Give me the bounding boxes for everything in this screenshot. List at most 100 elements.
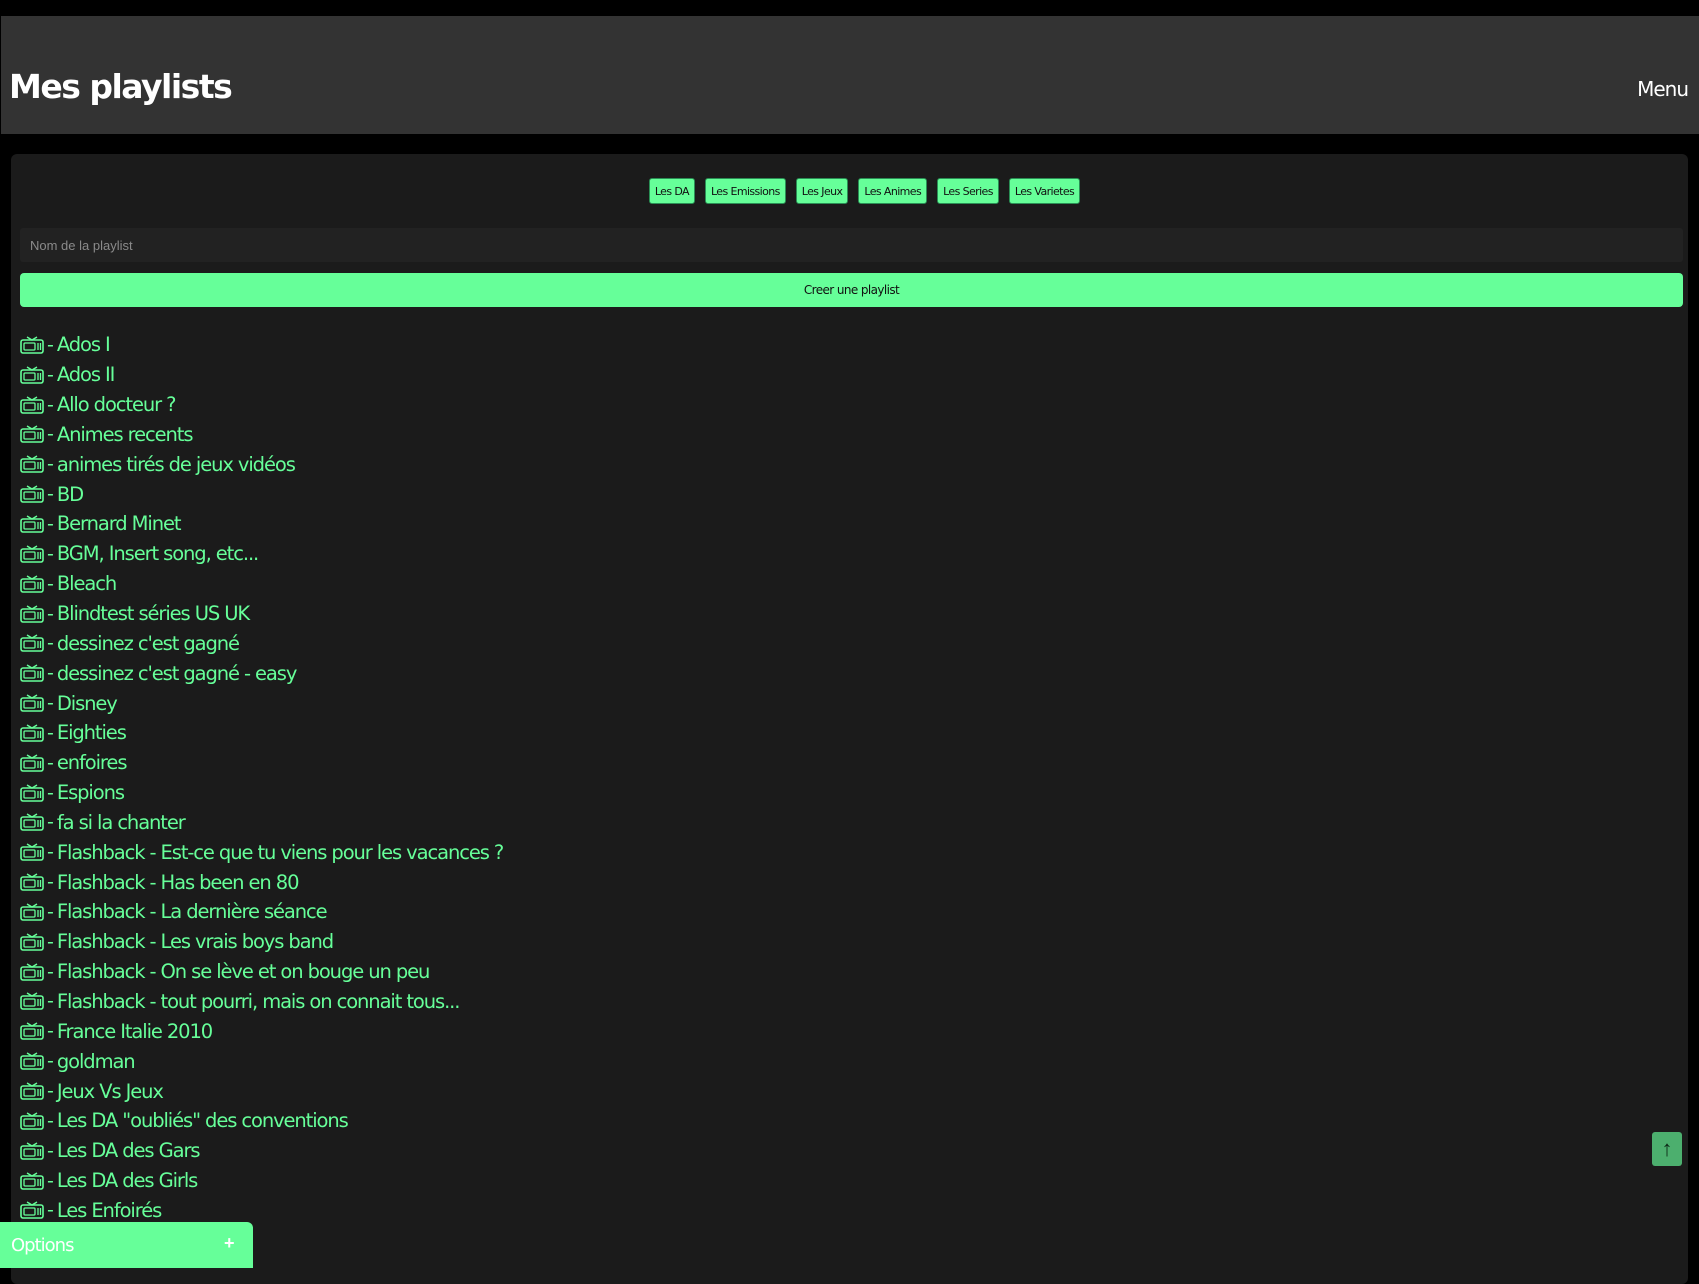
playlist-item: - Flashback - Est-ce que tu viens pour le… [20, 837, 504, 867]
playlist-separator: - [47, 423, 54, 446]
playlist-separator: - [47, 871, 54, 894]
playlist-item: - Espions [20, 778, 503, 808]
playlist-link[interactable]: France Italie 2010 [57, 1020, 213, 1043]
tv-icon [20, 1171, 44, 1190]
category-button[interactable]: Les Animes [858, 178, 928, 204]
playlist-item: - Jeux Vs Jeux [20, 1076, 503, 1106]
playlist-link[interactable]: Les DA des Girls [57, 1169, 198, 1192]
playlist-link[interactable]: Eighties [57, 721, 127, 744]
playlist-item: - Animes recents [20, 420, 503, 450]
playlist-link[interactable]: Flashback - Has been en 80 [57, 871, 300, 894]
playlist-link[interactable]: dessinez c'est gagné - easy [57, 662, 298, 685]
playlist-item: - enfoires [20, 748, 503, 778]
playlist-separator: - [47, 1050, 54, 1073]
playlist-link[interactable]: Flashback - Les vrais boys band [57, 930, 334, 953]
playlist-separator: - [47, 512, 54, 535]
playlist-item: - Flashback - Les vrais boys band [20, 927, 503, 957]
tv-icon [20, 783, 44, 802]
playlist-link[interactable]: fa si la chanter [57, 811, 186, 834]
playlist-link[interactable]: Animes recents [57, 423, 194, 446]
tv-icon [20, 396, 44, 414]
playlist-link[interactable]: Bernard Minet [57, 512, 182, 535]
tv-icon [20, 545, 44, 563]
playlist-separator: - [47, 841, 54, 864]
playlist-link[interactable]: enfoires [57, 751, 128, 774]
tv-icon [20, 694, 44, 712]
tv-icon [20, 813, 44, 832]
playlist-separator: - [47, 453, 54, 476]
playlist-separator: - [47, 333, 54, 356]
playlist-separator: - [47, 1080, 54, 1103]
category-button[interactable]: Les DA [648, 178, 695, 204]
create-playlist-button[interactable]: Creer une playlist [20, 273, 1683, 307]
tv-icon [20, 963, 44, 981]
playlist-link[interactable]: Espions [57, 781, 125, 804]
playlist-item: - Flashback - Has been en 80 [20, 867, 503, 897]
playlist-list: - Ados I - Ados II - Allo docteur ? - Animes re… [20, 330, 504, 1255]
playlist-item: - BGM, Insert song, etc... [20, 539, 503, 569]
category-filter-bar: Les DA Les Emissions Les Jeux Les Animes Les… [11, 178, 1688, 204]
tv-icon [20, 634, 44, 653]
playlist-link[interactable]: Flashback - On se lève et on bouge un pe… [57, 960, 431, 983]
playlist-link[interactable]: Les DA "oubliés" des conventions [57, 1109, 349, 1132]
playlist-link[interactable]: Flashback - La dernière séance [57, 900, 328, 923]
tv-icon [20, 873, 44, 891]
top-strip [0, 0, 1699, 16]
playlist-link[interactable]: Allo docteur ? [57, 393, 177, 416]
playlist-separator: - [47, 900, 54, 923]
playlist-item: - Les DA des Girls [20, 1166, 503, 1196]
playlist-separator: - [47, 1139, 54, 1162]
playlist-item: - Bleach [20, 569, 503, 599]
playlist-link[interactable]: Jeux Vs Jeux [57, 1080, 164, 1103]
tv-icon [20, 933, 44, 951]
tv-icon [20, 843, 44, 862]
playlist-separator: - [47, 781, 54, 804]
playlist-separator: - [47, 483, 54, 506]
scroll-to-top-button[interactable]: ↑ [1652, 1132, 1682, 1166]
playlist-item: - animes tirés de jeux vidéos [20, 449, 503, 479]
tv-icon [20, 903, 44, 921]
playlist-link[interactable]: BD [57, 483, 84, 506]
tv-icon [20, 575, 44, 593]
tv-icon [20, 425, 44, 444]
playlist-link[interactable]: BGM, Insert song, etc... [57, 542, 259, 565]
playlist-item: - Flashback - La dernière séance [20, 897, 503, 927]
playlist-separator: - [47, 662, 54, 685]
playlist-link[interactable]: goldman [57, 1050, 136, 1073]
tv-icon [20, 604, 44, 623]
playlist-link[interactable]: Bleach [57, 572, 117, 595]
category-button[interactable]: Les Jeux [795, 178, 849, 204]
playlist-item: - fa si la chanter [20, 808, 503, 838]
playlist-item: - goldman [20, 1046, 503, 1076]
playlist-link[interactable]: Les Enfoirés [57, 1199, 162, 1222]
category-button[interactable]: Les Varietes [1008, 178, 1081, 204]
menu-button[interactable]: Menu [1637, 79, 1689, 99]
playlist-item: - Eighties [20, 718, 503, 748]
playlist-link[interactable]: Les DA des Gars [57, 1139, 201, 1162]
tv-icon [20, 336, 44, 354]
playlist-name-input[interactable] [20, 228, 1683, 262]
playlist-separator: - [47, 811, 54, 834]
playlist-item: - BD [20, 479, 503, 509]
tv-icon [20, 1052, 44, 1070]
playlist-separator: - [47, 632, 54, 655]
page-title: Mes playlists [9, 67, 233, 106]
playlist-link[interactable]: Ados I [57, 333, 111, 356]
playlist-link[interactable]: Flashback - Est-ce que tu viens pour les… [57, 841, 504, 864]
playlist-link[interactable]: dessinez c'est gagné [57, 632, 240, 655]
options-panel-toggle[interactable]: Options + [0, 1222, 253, 1268]
playlist-separator: - [47, 393, 54, 416]
playlist-link[interactable]: Flashback - tout pourri, mais on connait… [57, 990, 461, 1013]
tv-icon [20, 754, 44, 772]
playlist-separator: - [47, 692, 54, 715]
playlist-separator: - [47, 363, 54, 386]
playlist-link[interactable]: Blindtest séries US UK [57, 602, 250, 625]
category-button[interactable]: Les Emissions [704, 178, 786, 204]
playlist-link[interactable]: animes tirés de jeux vidéos [57, 453, 296, 476]
playlist-item: - dessinez c'est gagné - easy [20, 658, 503, 688]
category-button[interactable]: Les Series [937, 178, 999, 204]
playlist-item: - Ados II [20, 360, 503, 390]
playlist-link[interactable]: Ados II [57, 363, 116, 386]
playlist-link[interactable]: Disney [57, 692, 118, 715]
playlist-separator: - [47, 1169, 54, 1192]
